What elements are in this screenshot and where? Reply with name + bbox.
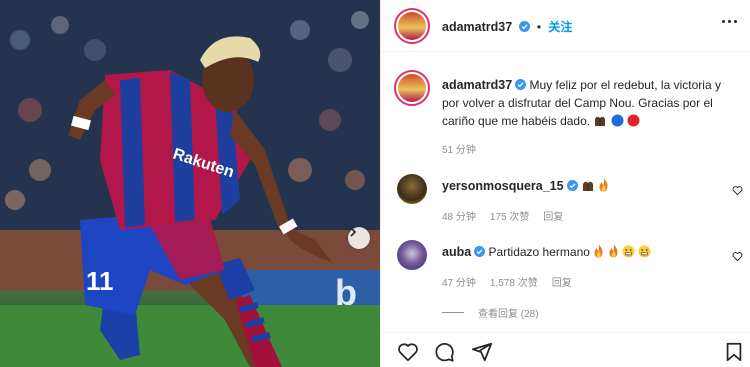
comment-text: Partidazo hermano (488, 245, 590, 259)
jersey-number: 11 (86, 266, 114, 296)
verified-badge-icon (566, 180, 578, 191)
commenter-username[interactable]: yersonmosquera_15 (442, 179, 564, 193)
red-circle-icon (627, 114, 640, 127)
verified-badge-icon (474, 246, 486, 257)
bookmark-icon[interactable] (723, 341, 745, 363)
grin-icon (622, 245, 635, 258)
verified-badge-icon (518, 21, 530, 32)
caption-username[interactable]: adamatrd37 (442, 78, 512, 92)
commenter-avatar[interactable] (397, 240, 427, 270)
like-comment-heart-icon[interactable] (732, 185, 743, 196)
comment-likes[interactable]: 1,578 次赞 (490, 274, 538, 289)
follow-button[interactable]: 关注 (548, 20, 572, 34)
view-replies-button[interactable]: 查看回复 (28) (442, 305, 539, 320)
grin-icon (638, 245, 651, 258)
comment-icon[interactable] (433, 341, 455, 363)
commenter-username[interactable]: auba (442, 245, 471, 259)
fire-icon (599, 178, 608, 192)
author-avatar[interactable] (394, 8, 430, 44)
separator-dot: • (536, 20, 542, 34)
caption-time[interactable]: 51 分钟 (442, 141, 476, 156)
reply-button[interactable]: 回复 (552, 274, 572, 289)
caption-avatar[interactable] (394, 70, 430, 106)
post-photo[interactable]: b 11 Rakuten (0, 0, 380, 367)
next-photo-button[interactable] (348, 227, 370, 249)
view-replies-label: 查看回复 (28) (478, 309, 539, 320)
caption-emojis (593, 114, 640, 128)
like-comment-heart-icon[interactable] (732, 251, 743, 262)
hands-icon (582, 181, 593, 191)
fire-icon (609, 244, 618, 258)
author-username[interactable]: adamatrd37 (442, 20, 512, 34)
post-side-panel: adamatrd37 • 关注 adamatrd37 Muy feliz por… (380, 0, 750, 367)
reply-button[interactable]: 回复 (543, 208, 563, 223)
action-bar (381, 332, 750, 367)
share-icon[interactable] (471, 341, 493, 363)
heart-icon[interactable] (397, 341, 419, 363)
replies-divider-line (442, 312, 464, 313)
blue-circle-icon (611, 114, 624, 127)
chevron-right-icon (350, 227, 357, 237)
comment-time[interactable]: 47 分钟 (442, 274, 476, 289)
hands-icon (595, 116, 606, 126)
verified-badge-icon (515, 79, 527, 90)
player-illustration: b 11 Rakuten (0, 0, 380, 367)
more-options-icon[interactable] (722, 20, 737, 23)
comment-likes[interactable]: 175 次赞 (490, 208, 529, 223)
commenter-avatar[interactable] (397, 174, 427, 204)
fire-icon (594, 244, 603, 258)
post-header: adamatrd37 • 关注 (381, 0, 750, 52)
comment-time[interactable]: 48 分钟 (442, 208, 476, 223)
